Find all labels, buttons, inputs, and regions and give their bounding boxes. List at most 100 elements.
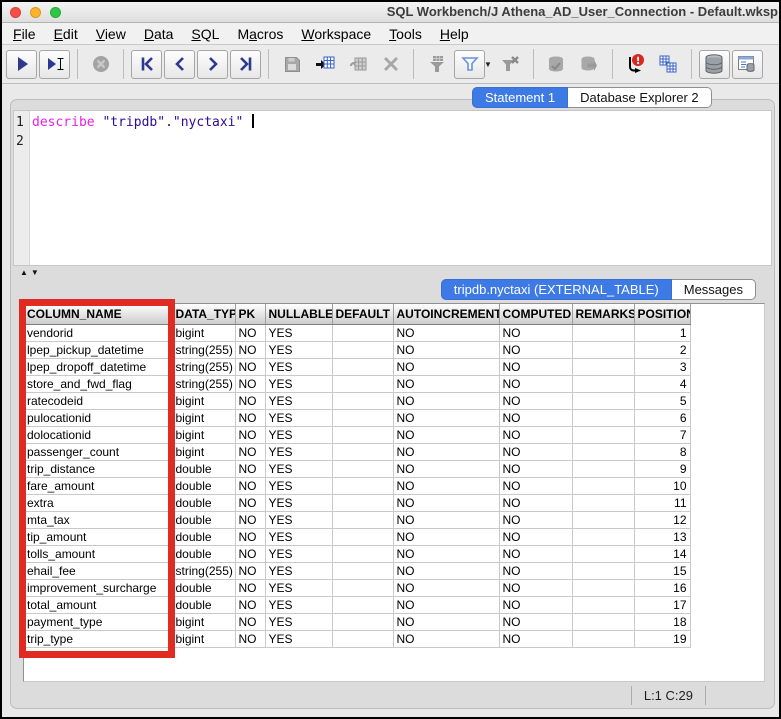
table-cell[interactable]: bigint bbox=[172, 409, 235, 426]
table-cell[interactable]: NO bbox=[393, 596, 499, 613]
table-cell[interactable]: lpep_pickup_datetime bbox=[24, 341, 172, 358]
table-cell[interactable] bbox=[332, 443, 393, 460]
table-cell[interactable] bbox=[332, 545, 393, 562]
column-header-position[interactable]: POSITION bbox=[634, 304, 690, 324]
table-cell[interactable]: NO bbox=[235, 494, 265, 511]
table-cell[interactable]: YES bbox=[265, 545, 332, 562]
table-cell[interactable] bbox=[572, 579, 634, 596]
table-cell[interactable] bbox=[572, 630, 634, 647]
table-cell[interactable]: 12 bbox=[634, 511, 690, 528]
table-cell[interactable]: NO bbox=[499, 460, 572, 477]
table-cell[interactable]: bigint bbox=[172, 392, 235, 409]
table-cell[interactable]: tolls_amount bbox=[24, 545, 172, 562]
table-cell[interactable]: NO bbox=[499, 596, 572, 613]
table-cell[interactable]: NO bbox=[393, 375, 499, 392]
table-cell[interactable] bbox=[572, 528, 634, 545]
delete-row-button[interactable] bbox=[375, 50, 406, 79]
table-cell[interactable]: NO bbox=[393, 409, 499, 426]
table-cell[interactable]: NO bbox=[235, 596, 265, 613]
table-cell[interactable]: 4 bbox=[634, 375, 690, 392]
table-cell[interactable]: NO bbox=[393, 545, 499, 562]
table-cell[interactable] bbox=[332, 613, 393, 630]
table-cell[interactable] bbox=[332, 562, 393, 579]
menu-file[interactable]: File bbox=[4, 25, 45, 43]
table-cell[interactable]: 15 bbox=[634, 562, 690, 579]
table-cell[interactable]: YES bbox=[265, 460, 332, 477]
menu-edit[interactable]: Edit bbox=[45, 25, 87, 43]
table-cell[interactable]: 19 bbox=[634, 630, 690, 647]
reset-filter-button[interactable] bbox=[495, 50, 526, 79]
table-cell[interactable]: YES bbox=[265, 324, 332, 341]
splitter[interactable]: ▲▼ bbox=[13, 266, 772, 279]
table-cell[interactable]: NO bbox=[393, 460, 499, 477]
table-cell[interactable]: NO bbox=[235, 545, 265, 562]
column-header-data_type[interactable]: DATA_TYPE bbox=[172, 304, 235, 324]
table-cell[interactable]: NO bbox=[499, 562, 572, 579]
table-cell[interactable] bbox=[572, 545, 634, 562]
table-cell[interactable] bbox=[572, 392, 634, 409]
table-cell[interactable]: YES bbox=[265, 358, 332, 375]
filter-menu-caret-icon[interactable]: ▼ bbox=[484, 60, 492, 69]
table-cell[interactable]: 16 bbox=[634, 579, 690, 596]
table-cell[interactable]: NO bbox=[393, 443, 499, 460]
table-cell[interactable]: ehail_fee bbox=[24, 562, 172, 579]
table-cell[interactable]: vendorid bbox=[24, 324, 172, 341]
table-cell[interactable]: bigint bbox=[172, 324, 235, 341]
table-cell[interactable]: NO bbox=[499, 528, 572, 545]
previous-row-button[interactable] bbox=[164, 50, 195, 79]
table-cell[interactable]: NO bbox=[499, 443, 572, 460]
table-cell[interactable]: double bbox=[172, 511, 235, 528]
table-cell[interactable]: mta_tax bbox=[24, 511, 172, 528]
table-cell[interactable]: 5 bbox=[634, 392, 690, 409]
database-connection-button[interactable] bbox=[699, 50, 730, 79]
table-cell[interactable]: dolocationid bbox=[24, 426, 172, 443]
table-cell[interactable]: NO bbox=[499, 341, 572, 358]
table-cell[interactable] bbox=[332, 477, 393, 494]
table-cell[interactable] bbox=[572, 596, 634, 613]
table-cell[interactable]: ratecodeid bbox=[24, 392, 172, 409]
table-cell[interactable] bbox=[332, 426, 393, 443]
table-cell[interactable]: YES bbox=[265, 562, 332, 579]
save-changes-button[interactable] bbox=[276, 50, 307, 79]
table-cell[interactable]: double bbox=[172, 477, 235, 494]
table-cell[interactable]: NO bbox=[235, 460, 265, 477]
table-cell[interactable]: payment_type bbox=[24, 613, 172, 630]
copy-row-button[interactable] bbox=[342, 50, 373, 79]
table-cell[interactable] bbox=[332, 375, 393, 392]
table-cell[interactable]: YES bbox=[265, 375, 332, 392]
menu-data[interactable]: Data bbox=[135, 25, 183, 43]
table-cell[interactable]: 1 bbox=[634, 324, 690, 341]
table-cell[interactable]: bigint bbox=[172, 443, 235, 460]
tab-statement-1[interactable]: Statement 1 bbox=[472, 87, 568, 108]
column-header-remarks[interactable]: REMARKS bbox=[572, 304, 634, 324]
table-cell[interactable]: NO bbox=[235, 358, 265, 375]
table-cell[interactable]: NO bbox=[235, 443, 265, 460]
table-cell[interactable] bbox=[572, 375, 634, 392]
table-cell[interactable]: NO bbox=[235, 511, 265, 528]
table-cell[interactable] bbox=[332, 358, 393, 375]
table-cell[interactable] bbox=[572, 409, 634, 426]
table-cell[interactable]: NO bbox=[393, 494, 499, 511]
table-cell[interactable]: NO bbox=[499, 392, 572, 409]
table-cell[interactable]: NO bbox=[393, 358, 499, 375]
table-cell[interactable]: 8 bbox=[634, 443, 690, 460]
column-header-autoincrement[interactable]: AUTOINCREMENT bbox=[393, 304, 499, 324]
table-cell[interactable]: 6 bbox=[634, 409, 690, 426]
table-cell[interactable]: NO bbox=[499, 613, 572, 630]
table-cell[interactable] bbox=[332, 528, 393, 545]
quick-filter-button[interactable] bbox=[421, 50, 452, 79]
sql-editor[interactable]: 1 2 describe "tripdb"."nyctaxi" bbox=[13, 110, 772, 266]
table-cell[interactable]: passenger_count bbox=[24, 443, 172, 460]
last-row-button[interactable] bbox=[230, 50, 261, 79]
table-cell[interactable] bbox=[332, 579, 393, 596]
menu-view[interactable]: View bbox=[87, 25, 135, 43]
table-cell[interactable]: NO bbox=[235, 630, 265, 647]
column-header-column_name[interactable]: COLUMN_NAME bbox=[24, 304, 172, 324]
table-cell[interactable]: YES bbox=[265, 341, 332, 358]
table-cell[interactable]: tip_amount bbox=[24, 528, 172, 545]
menu-help[interactable]: Help bbox=[431, 25, 478, 43]
table-cell[interactable]: pulocationid bbox=[24, 409, 172, 426]
menu-sql[interactable]: SQL bbox=[182, 25, 228, 43]
table-cell[interactable] bbox=[332, 511, 393, 528]
table-cell[interactable] bbox=[332, 409, 393, 426]
